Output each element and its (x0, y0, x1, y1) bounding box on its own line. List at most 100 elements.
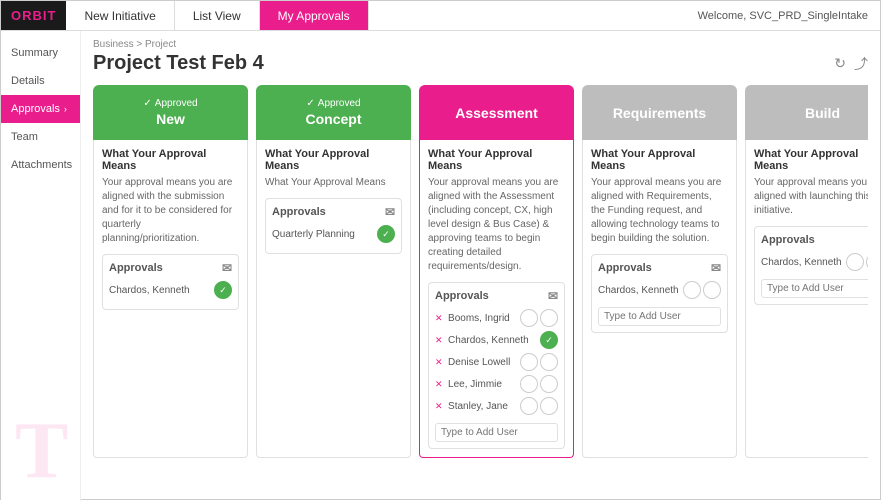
approval-means-text: Your approval means you are aligned with… (754, 176, 868, 218)
stage-label: Assessment (455, 105, 538, 121)
approver-row: Chardos, Kenneth (598, 281, 721, 299)
remove-approver-icon[interactable]: ✕ (435, 313, 445, 323)
sidebar-item-attachments[interactable]: Attachments (1, 151, 80, 179)
approval-means-text: Your approval means you are aligned with… (428, 176, 565, 274)
add-user-input[interactable] (598, 307, 721, 326)
nav-tabs: New Initiative List View My Approvals (66, 1, 368, 30)
approver-status-empty (540, 397, 558, 415)
remove-approver-icon[interactable]: ✕ (435, 335, 445, 345)
approver-status-circles (683, 281, 721, 299)
mail-icon[interactable]: ✉ (548, 289, 558, 303)
approvals-section: Approvals ✉ Quarterly Planning✓ (265, 198, 402, 254)
stage-label: Requirements (613, 105, 706, 121)
sidebar-item-details[interactable]: Details (1, 67, 80, 95)
approvals-section: Approvals ✉ ✕ Booms, Ingrid ✕ Chardos, Kenn… (428, 282, 565, 449)
approvals-title: Approvals (761, 234, 815, 246)
mail-icon[interactable]: ✉ (222, 261, 232, 275)
approvals-section: Approvals ✉ Chardos, Kenneth (591, 254, 728, 333)
add-user-input[interactable] (761, 279, 868, 298)
approver-row: Quarterly Planning✓ (272, 225, 395, 243)
header: ORBIT New Initiative List View My Approv… (1, 1, 880, 31)
approver-status-approved: ✓ (540, 331, 558, 349)
approvals-section: Approvals ✉ Chardos, Kenneth✓ (102, 254, 239, 310)
page-actions: ↻ ⤴ (834, 54, 868, 74)
header-welcome: Welcome, SVC_PRD_SingleIntake (698, 10, 880, 22)
mail-icon[interactable]: ✉ (385, 205, 395, 219)
share-button[interactable]: ⤴ (854, 54, 868, 74)
approver-status-empty (520, 375, 538, 393)
sidebar-item-label: Attachments (11, 159, 72, 171)
approver-status-circles (520, 353, 558, 371)
approvals-title: Approvals (272, 206, 326, 218)
approver-status-empty (846, 253, 864, 271)
approver-status-approved: ✓ (214, 281, 232, 299)
approvals-title: Approvals (435, 290, 489, 302)
approver-status-approved: ✓ (377, 225, 395, 243)
approver-status-empty (540, 375, 558, 393)
approvals-header: Approvals ✉ (272, 205, 395, 219)
sidebar-item-label: Approvals (11, 103, 60, 115)
approver-status-empty (540, 309, 558, 327)
approver-name: ✕ Booms, Ingrid (435, 313, 520, 324)
approver-row: ✕ Stanley, Jane (435, 397, 558, 415)
approver-status-empty (520, 397, 538, 415)
nav-tab-my-approvals[interactable]: My Approvals (260, 1, 369, 30)
stage-body-requirements: What Your Approval MeansYour approval me… (582, 140, 737, 458)
nav-tab-new-initiative[interactable]: New Initiative (66, 1, 174, 30)
page-header: Project Test Feb 4 ↻ ⤴ (93, 52, 868, 75)
remove-approver-icon[interactable]: ✕ (435, 401, 445, 411)
check-icon: ✓ (306, 98, 314, 109)
mail-icon[interactable]: ✉ (711, 261, 721, 275)
stage-label: New (156, 111, 185, 127)
stage-body-concept: What Your Approval MeansWhat Your Approv… (256, 140, 411, 458)
kanban-col-new: ✓ Approved New What Your Approval MeansYou… (93, 85, 248, 458)
approval-means-title: What Your Approval Means (428, 148, 565, 172)
main-layout: Summary Details Approvals › Team Attachm… (1, 31, 880, 501)
approver-row: Chardos, Kenneth✓ (109, 281, 232, 299)
sidebar-item-team[interactable]: Team (1, 123, 80, 151)
approver-status-circles (520, 397, 558, 415)
approver-name: ✕ Lee, Jimmie (435, 379, 520, 390)
stage-header-concept: ✓ Approved Concept (256, 85, 411, 140)
refresh-button[interactable]: ↻ (834, 54, 846, 74)
stage-status-label: ✓ Approved (306, 98, 360, 109)
approver-status-empty (683, 281, 701, 299)
approver-row: ✕ Chardos, Kenneth✓ (435, 331, 558, 349)
approver-row: Chardos, Kenneth (761, 253, 868, 271)
approver-status-empty (520, 309, 538, 327)
approver-status-empty (703, 281, 721, 299)
chevron-right-icon: › (64, 104, 67, 114)
approvals-title: Approvals (109, 262, 163, 274)
nav-tab-list-view[interactable]: List View (175, 1, 260, 30)
approver-row: ✕ Denise Lowell (435, 353, 558, 371)
stage-status-label: ✓ Approved (143, 98, 197, 109)
approvals-header: Approvals ✉ (435, 289, 558, 303)
approver-status-circles (520, 309, 558, 327)
approvals-header: Approvals✉ (761, 233, 868, 247)
approval-means-text: What Your Approval Means (265, 176, 402, 190)
approver-status-empty (520, 353, 538, 371)
approver-name: Chardos, Kenneth (109, 285, 214, 296)
stage-body-new: What Your Approval MeansYour approval me… (93, 140, 248, 458)
approver-name: Chardos, Kenneth (598, 285, 683, 296)
stage-header-requirements: Requirements (582, 85, 737, 140)
sidebar-item-label: Team (11, 131, 38, 143)
stage-header-new: ✓ Approved New (93, 85, 248, 140)
approver-name: ✕ Stanley, Jane (435, 401, 520, 412)
sidebar-item-approvals[interactable]: Approvals › (1, 95, 80, 123)
sidebar: Summary Details Approvals › Team Attachm… (1, 31, 81, 501)
approvals-title: Approvals (598, 262, 652, 274)
approver-name: Chardos, Kenneth (761, 257, 846, 268)
approver-status-circles (520, 375, 558, 393)
approver-row: ✕ Lee, Jimmie (435, 375, 558, 393)
approvals-header: Approvals ✉ (109, 261, 232, 275)
page-title: Project Test Feb 4 (93, 52, 264, 75)
add-user-input[interactable] (435, 423, 558, 442)
stage-label: Concept (306, 111, 362, 127)
sidebar-item-summary[interactable]: Summary (1, 39, 80, 67)
sidebar-item-label: Summary (11, 47, 58, 59)
remove-approver-icon[interactable]: ✕ (435, 357, 445, 367)
kanban-col-assessment: Assessment What Your Approval Means Your a… (419, 85, 574, 458)
remove-approver-icon[interactable]: ✕ (435, 379, 445, 389)
kanban-col-build: BuildWhat Your Approval MeansYour approv… (745, 85, 868, 458)
